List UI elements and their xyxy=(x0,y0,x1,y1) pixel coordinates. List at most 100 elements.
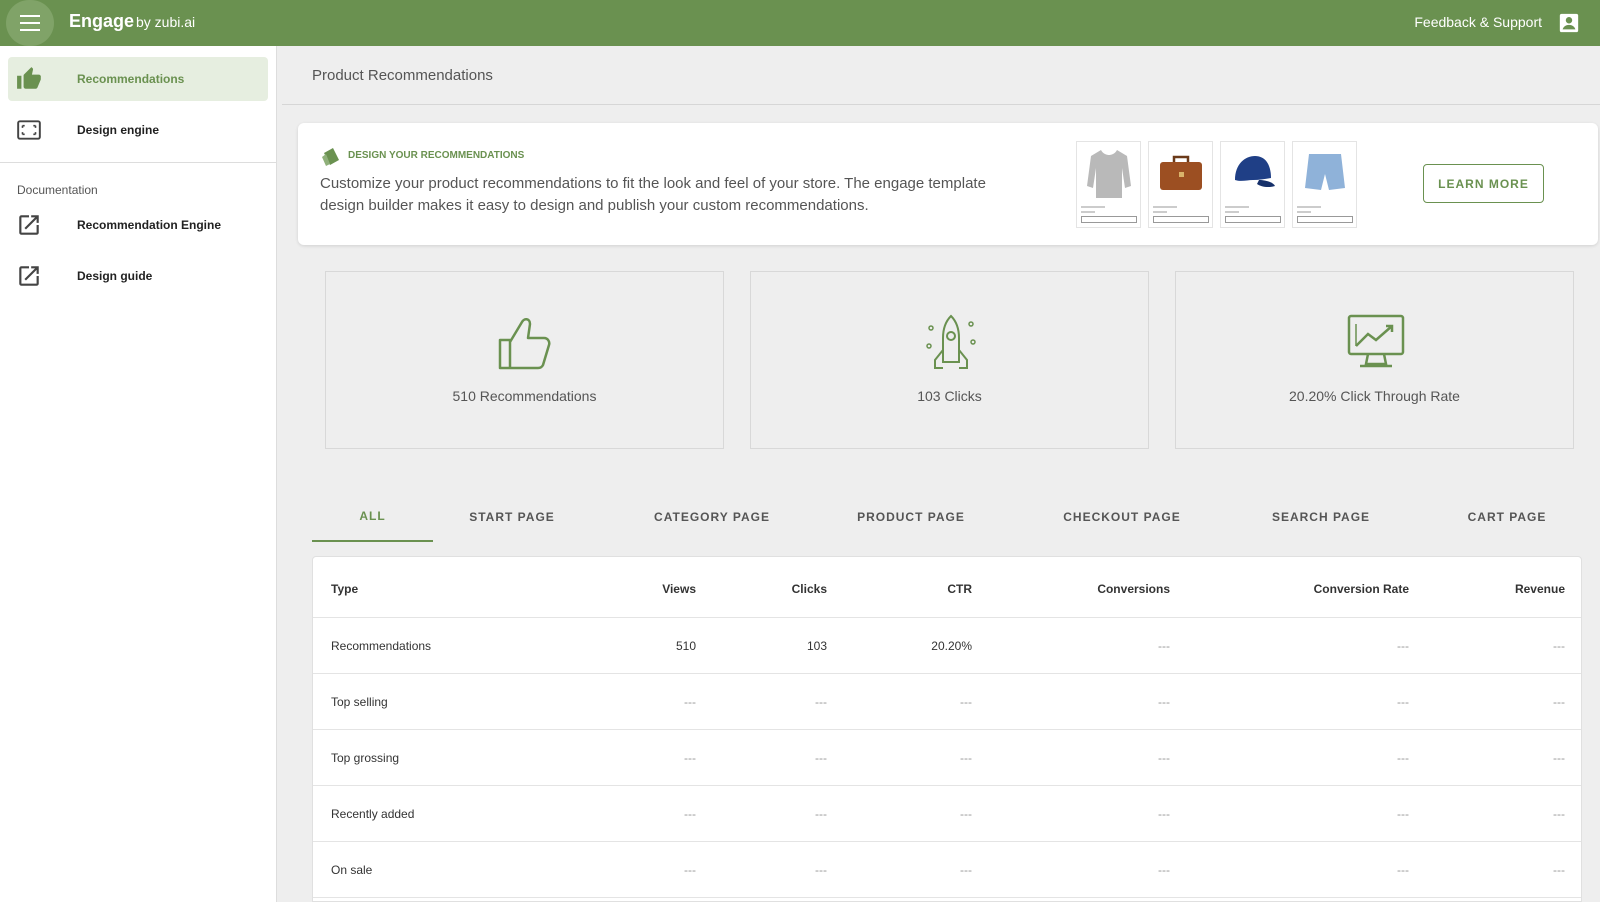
banner-text: Customize your product recommendations t… xyxy=(320,175,986,214)
cell-conversions: --- xyxy=(1158,751,1170,765)
column-header[interactable]: Conversions xyxy=(1097,582,1170,596)
cell-ctr: --- xyxy=(960,695,972,709)
tab-checkout-page[interactable]: CHECKOUT PAGE xyxy=(1052,492,1192,542)
cell-revenue: --- xyxy=(1553,639,1565,653)
stat-card-recommendations: 510 Recommendations xyxy=(325,271,724,449)
cell-conversions: --- xyxy=(1158,807,1170,821)
monitor-chart-icon xyxy=(1347,314,1405,368)
cell-views: --- xyxy=(684,807,696,821)
cell-clicks: --- xyxy=(815,751,827,765)
sidebar-divider xyxy=(0,162,277,163)
tab-product-page[interactable]: PRODUCT PAGE xyxy=(849,492,973,542)
open-in-new-icon xyxy=(19,266,39,286)
sidebar-item-recommendations[interactable]: Recommendations xyxy=(8,57,268,101)
thumb-up-outline-icon xyxy=(498,318,551,370)
cell-revenue: --- xyxy=(1553,807,1565,821)
cell-clicks: --- xyxy=(815,695,827,709)
stat-card-clicks: 103 Clicks xyxy=(750,271,1149,449)
sidebar-item-design-guide[interactable]: Design guide xyxy=(8,254,268,298)
hamburger-menu-button[interactable] xyxy=(6,0,54,46)
column-header[interactable]: Type xyxy=(331,582,358,596)
cell-conversion-rate: --- xyxy=(1397,863,1409,877)
cell-conversions: --- xyxy=(1158,863,1170,877)
cell-conversion-rate: --- xyxy=(1397,695,1409,709)
cell-type: Top grossing xyxy=(331,751,400,765)
cell-views: 510 xyxy=(675,639,696,653)
cell-ctr: --- xyxy=(960,807,972,821)
table-row[interactable]: Recommendations 510 103 20.20% --- --- -… xyxy=(313,618,1581,674)
open-in-new-icon xyxy=(19,215,39,235)
stat-label: 510 Recommendations xyxy=(452,388,597,404)
design-frame-icon xyxy=(17,120,41,140)
sidebar-item-label: Recommendation Engine xyxy=(77,218,222,232)
thumbnail-cap xyxy=(1220,141,1285,228)
column-header[interactable]: Revenue xyxy=(1515,582,1565,596)
banner-heading: DESIGN YOUR RECOMMENDATIONS xyxy=(348,150,525,161)
stat-label: 20.20% Click Through Rate xyxy=(1289,388,1460,404)
tag-icon xyxy=(322,148,339,166)
cell-type: Recently added xyxy=(331,807,415,821)
column-header[interactable]: Views xyxy=(662,582,696,596)
cell-clicks: 103 xyxy=(806,639,827,653)
feedback-support-link[interactable]: Feedback & Support xyxy=(1414,14,1542,30)
app-subtitle: by zubi.ai xyxy=(136,14,196,30)
page-title: Product Recommendations xyxy=(312,67,493,84)
tab-category-page[interactable]: CATEGORY PAGE xyxy=(642,492,782,542)
thumb-up-icon xyxy=(17,67,41,89)
cell-clicks: --- xyxy=(815,807,827,821)
tab-all[interactable]: ALL xyxy=(312,492,433,542)
column-header[interactable]: Conversion Rate xyxy=(1314,582,1409,596)
cell-ctr: --- xyxy=(960,863,972,877)
design-banner: DESIGN YOUR RECOMMENDATIONS Customize yo… xyxy=(298,123,1598,245)
cell-clicks: --- xyxy=(815,863,827,877)
cell-views: --- xyxy=(684,751,696,765)
cell-conversions: --- xyxy=(1158,695,1170,709)
sidebar-item-design-engine[interactable]: Design engine xyxy=(8,108,268,152)
sidebar-section-documentation: Documentation xyxy=(17,183,98,197)
cell-type: On sale xyxy=(331,863,373,877)
tab-cart-page[interactable]: CART PAGE xyxy=(1447,492,1567,542)
top-app-bar: Engage by zubi.ai Feedback & Support xyxy=(0,0,1600,46)
table-row[interactable]: On sale --- --- --- --- --- --- xyxy=(313,842,1581,898)
title-divider xyxy=(282,104,1600,105)
account-box-icon[interactable] xyxy=(1558,12,1580,34)
thumbnail-shorts xyxy=(1292,141,1357,228)
tab-search-page[interactable]: SEARCH PAGE xyxy=(1262,492,1380,542)
cell-conversion-rate: --- xyxy=(1397,639,1409,653)
tab-start-page[interactable]: START PAGE xyxy=(456,492,568,542)
rocket-icon xyxy=(926,314,976,369)
table-row[interactable]: Recently added --- --- --- --- --- --- xyxy=(313,786,1581,842)
stat-label: 103 Clicks xyxy=(917,388,982,404)
thumbnail-sweater xyxy=(1076,141,1141,228)
cell-conversion-rate: --- xyxy=(1397,751,1409,765)
table-row[interactable]: Top selling --- --- --- --- --- --- xyxy=(313,674,1581,730)
column-header[interactable]: CTR xyxy=(947,582,972,596)
stats-table: Type Views Clicks CTR Conversions Conver… xyxy=(312,556,1582,902)
cell-conversion-rate: --- xyxy=(1397,807,1409,821)
table-row[interactable]: Top grossing --- --- --- --- --- --- xyxy=(313,730,1581,786)
sidebar-item-recommendation-engine[interactable]: Recommendation Engine xyxy=(8,203,268,247)
sidebar: Recommendations Design engine Documentat… xyxy=(0,46,277,902)
stat-card-ctr: 20.20% Click Through Rate xyxy=(1175,271,1574,449)
cell-views: --- xyxy=(684,695,696,709)
sidebar-item-label: Design guide xyxy=(77,269,153,283)
cell-revenue: --- xyxy=(1553,695,1565,709)
cell-ctr: 20.20% xyxy=(931,639,972,653)
column-header[interactable]: Clicks xyxy=(792,582,827,596)
cell-views: --- xyxy=(684,863,696,877)
app-title: Engage xyxy=(69,11,135,31)
cell-ctr: --- xyxy=(960,751,972,765)
sidebar-item-label: Recommendations xyxy=(77,72,185,86)
table-header: Type Views Clicks CTR Conversions Conver… xyxy=(313,557,1581,618)
cell-revenue: --- xyxy=(1553,863,1565,877)
thumbnail-briefcase xyxy=(1148,141,1213,228)
hamburger-icon xyxy=(20,13,40,34)
cell-conversions: --- xyxy=(1158,639,1170,653)
cell-type: Recommendations xyxy=(331,639,432,653)
sidebar-item-label: Design engine xyxy=(77,123,160,137)
cell-revenue: --- xyxy=(1553,751,1565,765)
page-tabs: ALL START PAGE CATEGORY PAGE PRODUCT PAG… xyxy=(312,492,1582,542)
product-thumbnails xyxy=(1076,141,1357,228)
cell-type: Top selling xyxy=(331,695,388,709)
learn-more-button[interactable]: LEARN MORE xyxy=(1423,164,1544,203)
